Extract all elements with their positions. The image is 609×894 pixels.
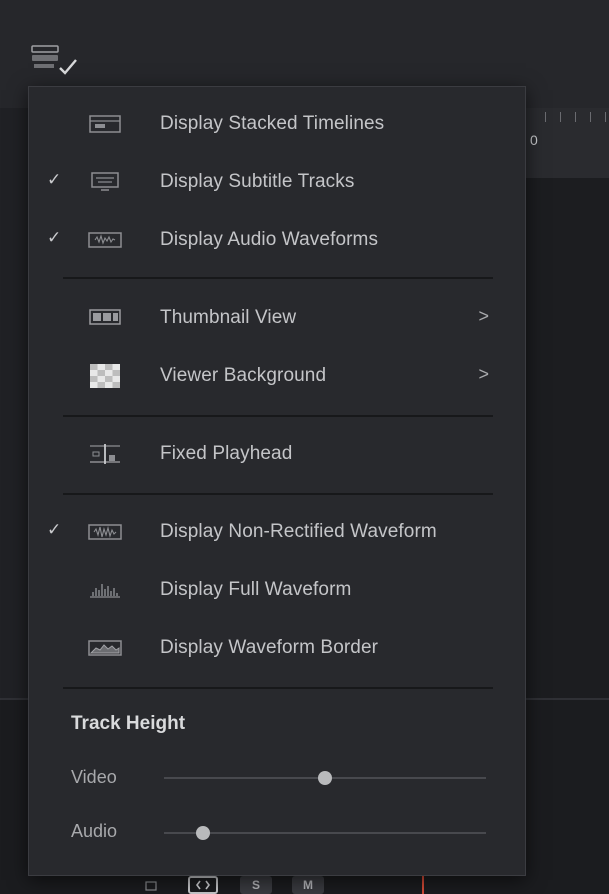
- ruler-timecode-label: 0: [530, 132, 538, 148]
- timeline-view-options-screen: 0 S M Display Stacked Timelines ✓ Displa…: [0, 0, 609, 894]
- menu-item-display-audio-waveforms[interactable]: ✓ Display Audio Waveforms: [29, 215, 525, 267]
- menu-separator: [63, 687, 493, 689]
- check-icon: ✓: [47, 170, 62, 189]
- menu-item-fixed-playhead[interactable]: Fixed Playhead: [29, 429, 525, 481]
- solo-button[interactable]: S: [240, 876, 272, 894]
- menu-item-label: Display Waveform Border: [160, 637, 379, 658]
- video-height-label: Video: [71, 767, 117, 787]
- menu-item-label: Display Stacked Timelines: [160, 113, 385, 134]
- menu-item-label: Thumbnail View: [160, 307, 297, 328]
- thumbnail-view-icon: [87, 306, 123, 330]
- track-lock-icon[interactable]: [140, 876, 162, 894]
- audio-waveforms-icon: [87, 228, 123, 252]
- ruler-tick: [605, 112, 606, 122]
- audio-height-label: Audio: [71, 821, 118, 841]
- check-icon: [47, 637, 65, 655]
- chevron-right-icon: >: [478, 364, 489, 384]
- menu-item-label: Display Non-Rectified Waveform: [160, 521, 437, 542]
- track-header-strip: [0, 108, 28, 698]
- non-rectified-waveform-icon: [87, 520, 123, 544]
- menu-item-label: Display Audio Waveforms: [160, 229, 379, 250]
- menu-separator: [63, 493, 493, 495]
- menu-separator: [63, 277, 493, 279]
- ruler-tick: [590, 112, 591, 122]
- full-waveform-icon: [87, 578, 123, 602]
- ruler-tick: [560, 112, 561, 122]
- check-icon: [47, 579, 65, 597]
- timeline-track-area[interactable]: [520, 178, 609, 698]
- check-icon: [47, 307, 65, 325]
- timeline-view-options-menu: Display Stacked Timelines ✓ Display Subt…: [28, 86, 526, 876]
- video-height-slider[interactable]: [164, 771, 486, 785]
- check-icon: ✓: [47, 228, 62, 247]
- check-icon: [47, 365, 65, 383]
- waveform-border-icon: [87, 636, 123, 660]
- menu-item-display-stacked-timelines[interactable]: Display Stacked Timelines: [29, 99, 525, 151]
- viewer-background-icon: [87, 364, 123, 388]
- video-height-slider-thumb[interactable]: [318, 771, 332, 785]
- menu-separator: [63, 415, 493, 417]
- mute-button[interactable]: M: [292, 876, 324, 894]
- menu-item-viewer-background[interactable]: Viewer Background >: [29, 351, 525, 403]
- menu-item-display-subtitle-tracks[interactable]: ✓ Display Subtitle Tracks: [29, 157, 525, 209]
- ruler-tick: [545, 112, 546, 122]
- timeline-view-options-button[interactable]: [30, 42, 80, 78]
- subtitle-tracks-icon: [87, 170, 123, 194]
- fixed-playhead-icon: [87, 442, 123, 466]
- track-view-icon[interactable]: [188, 876, 218, 894]
- menu-item-display-full-waveform[interactable]: Display Full Waveform: [29, 565, 525, 617]
- stacked-timelines-icon: [87, 112, 123, 136]
- menu-item-label: Viewer Background: [160, 365, 327, 386]
- check-icon: [47, 443, 65, 461]
- track-height-title: Track Height: [71, 713, 186, 734]
- menu-item-label: Display Subtitle Tracks: [160, 171, 355, 192]
- audio-height-slider-thumb[interactable]: [195, 826, 210, 840]
- chevron-right-icon: >: [478, 306, 489, 326]
- check-icon: ✓: [47, 520, 62, 539]
- ruler-tick: [575, 112, 576, 122]
- check-icon: [47, 113, 65, 131]
- menu-item-display-waveform-border[interactable]: Display Waveform Border: [29, 623, 525, 675]
- menu-item-label: Display Full Waveform: [160, 579, 352, 600]
- timeline-view-options-icon: [31, 45, 77, 75]
- menu-item-thumbnail-view[interactable]: Thumbnail View >: [29, 293, 525, 345]
- audio-height-slider[interactable]: [164, 826, 486, 840]
- menu-item-display-non-rectified-waveform[interactable]: ✓ Display Non-Rectified Waveform: [29, 507, 525, 559]
- menu-item-label: Fixed Playhead: [160, 443, 293, 464]
